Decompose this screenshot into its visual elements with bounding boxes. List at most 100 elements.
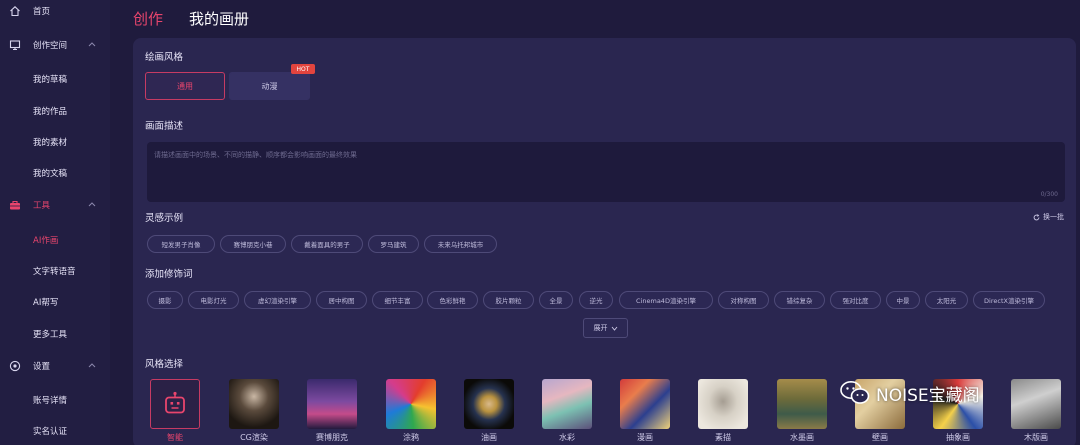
sidebar-item-home[interactable]: 首页 xyxy=(0,1,110,21)
modifier-chip[interactable]: DirectX渲染引擎 xyxy=(973,291,1045,309)
sidebar-item-label: 我的文稿 xyxy=(33,169,68,179)
style-thumb-sketch[interactable] xyxy=(698,379,748,429)
style-label: 水彩 xyxy=(559,433,575,442)
modifier-chip[interactable]: 细节丰富 xyxy=(372,291,423,309)
modifier-chip[interactable]: 色彩鲜艳 xyxy=(427,291,478,309)
style-label: 油画 xyxy=(481,433,497,442)
expand-button[interactable]: 展开 xyxy=(583,318,628,338)
inspiration-chip[interactable]: 戴着面具的男子 xyxy=(291,235,363,253)
style-thumb-graffiti[interactable] xyxy=(386,379,436,429)
style-thumb-cyberpunk[interactable] xyxy=(307,379,357,429)
wechat-icon xyxy=(840,381,870,404)
sidebar-item-settings[interactable]: 设置 xyxy=(0,356,110,376)
sidebar-item-label: 账号详情 xyxy=(33,396,68,406)
style-label: 水墨画 xyxy=(790,433,814,442)
description-box: 0/300 xyxy=(147,142,1065,202)
sidebar-item-my-materials[interactable]: 我的素材 xyxy=(0,132,110,152)
style-label: 智能 xyxy=(167,433,183,442)
style-option-anime[interactable]: 动漫 xyxy=(229,72,310,100)
sidebar-item-creation-space[interactable]: 创作空间 xyxy=(0,35,110,55)
style-label: 壁画 xyxy=(872,433,888,442)
watermark-text: NOISE宝藏阁 xyxy=(876,385,980,406)
style-option-general[interactable]: 通用 xyxy=(145,72,225,100)
sidebar-item-label: 文字转语音 xyxy=(33,267,76,277)
sidebar-item-label: 我的作品 xyxy=(33,107,68,117)
sidebar-item-real-name-auth[interactable]: 实名认证 xyxy=(0,421,110,441)
home-icon xyxy=(10,6,20,17)
style-label: 赛博朋克 xyxy=(316,433,348,442)
sidebar-item-tools[interactable]: 工具 xyxy=(0,195,110,215)
style-thumb-smart[interactable] xyxy=(150,379,200,429)
style-label: 木版画 xyxy=(1024,433,1048,442)
modifier-chip[interactable]: 对称构图 xyxy=(718,291,769,309)
inspiration-chip[interactable]: 未来乌托邦城市 xyxy=(424,235,497,253)
style-label: 涂鸦 xyxy=(403,433,419,442)
robot-icon xyxy=(165,391,185,414)
sidebar-item-ai-writing[interactable]: AI帮写 xyxy=(0,292,110,312)
tab-my-album[interactable]: 我的画册 xyxy=(189,8,249,29)
chevron-down-icon xyxy=(611,326,617,331)
char-count: 0/300 xyxy=(1040,191,1058,198)
modifier-chip[interactable]: 中景 xyxy=(886,291,920,309)
style-label: 抽象画 xyxy=(946,433,970,442)
sidebar-item-my-works[interactable]: 我的作品 xyxy=(0,101,110,121)
style-label: 素描 xyxy=(715,433,731,442)
refresh-button[interactable]: 换一批 xyxy=(1033,212,1064,222)
chevron-up-icon[interactable] xyxy=(88,41,96,47)
modifier-chip[interactable]: 逆光 xyxy=(579,291,613,309)
sidebar-item-more-tools[interactable]: 更多工具 xyxy=(0,324,110,344)
sidebar-item-label: 工具 xyxy=(33,201,51,211)
sidebar-item-label: 创作空间 xyxy=(33,41,68,51)
modifier-chip[interactable]: 电影灯光 xyxy=(188,291,239,309)
style-thumb-oil[interactable] xyxy=(464,379,514,429)
sidebar-item-my-manuscripts[interactable]: 我的文稿 xyxy=(0,163,110,183)
painting-style-title: 绘画风格 xyxy=(145,52,184,63)
sidebar-item-label: AI作画 xyxy=(33,236,59,246)
sidebar-item-label: 首页 xyxy=(33,7,51,17)
sidebar-item-label: 实名认证 xyxy=(33,427,68,437)
modifier-chip[interactable]: Cinema4D渲染引擎 xyxy=(619,291,713,309)
style-thumb-comic[interactable] xyxy=(620,379,670,429)
sidebar-item-my-drafts[interactable]: 我的草稿 xyxy=(0,69,110,89)
sidebar: 首页 创作空间 我的草稿 我的作品 我的素材 我的文稿 工具 AI作画 文字转语… xyxy=(0,0,110,445)
style-label: 漫画 xyxy=(637,433,653,442)
style-thumb-woodcut[interactable] xyxy=(1011,379,1061,429)
inspiration-title: 灵感示例 xyxy=(145,213,184,224)
description-input[interactable] xyxy=(147,142,1065,202)
sidebar-item-label: 更多工具 xyxy=(33,330,68,340)
sidebar-item-label: 我的素材 xyxy=(33,138,68,148)
modifier-chip[interactable]: 胶片颗粒 xyxy=(483,291,534,309)
modifier-chip[interactable]: 太阳光 xyxy=(925,291,968,309)
modifier-chip[interactable]: 强对比度 xyxy=(830,291,881,309)
watermark: NOISE宝藏阁 xyxy=(840,378,980,408)
hot-badge: HOT xyxy=(291,64,315,74)
settings-icon xyxy=(9,360,21,372)
inspiration-chip[interactable]: 短发男子肖像 xyxy=(147,235,215,253)
style-select-title: 风格选择 xyxy=(145,359,184,370)
style-thumb-ink[interactable] xyxy=(777,379,827,429)
sidebar-item-label: 我的草稿 xyxy=(33,75,68,85)
inspiration-chip[interactable]: 罗马建筑 xyxy=(368,235,419,253)
sidebar-item-ai-painting[interactable]: AI作画 xyxy=(0,230,110,250)
style-thumb-watercolor[interactable] xyxy=(542,379,592,429)
tab-create[interactable]: 创作 xyxy=(133,8,163,29)
modifiers-title: 添加修饰词 xyxy=(145,269,193,280)
inspiration-chip[interactable]: 赛博朋克小巷 xyxy=(220,235,286,253)
sidebar-item-label: 设置 xyxy=(33,362,51,372)
modifier-chip[interactable]: 居中构图 xyxy=(316,291,367,309)
modifier-chip[interactable]: 摄影 xyxy=(147,291,183,309)
modifier-chip[interactable]: 全景 xyxy=(539,291,573,309)
expand-label: 展开 xyxy=(593,324,608,332)
style-label: CG渲染 xyxy=(240,433,268,442)
style-thumb-cg[interactable] xyxy=(229,379,279,429)
sidebar-item-text-to-speech[interactable]: 文字转语音 xyxy=(0,261,110,281)
sidebar-item-label: AI帮写 xyxy=(33,298,59,308)
modifier-chip[interactable]: 虚幻渲染引擎 xyxy=(244,291,311,309)
refresh-icon xyxy=(1033,213,1040,220)
chevron-up-icon[interactable] xyxy=(88,362,96,368)
monitor-icon xyxy=(9,40,21,51)
sidebar-item-account-details[interactable]: 账号详情 xyxy=(0,390,110,410)
chevron-up-icon[interactable] xyxy=(88,201,96,207)
refresh-label: 换一批 xyxy=(1043,213,1064,221)
modifier-chip[interactable]: 错综复杂 xyxy=(774,291,825,309)
